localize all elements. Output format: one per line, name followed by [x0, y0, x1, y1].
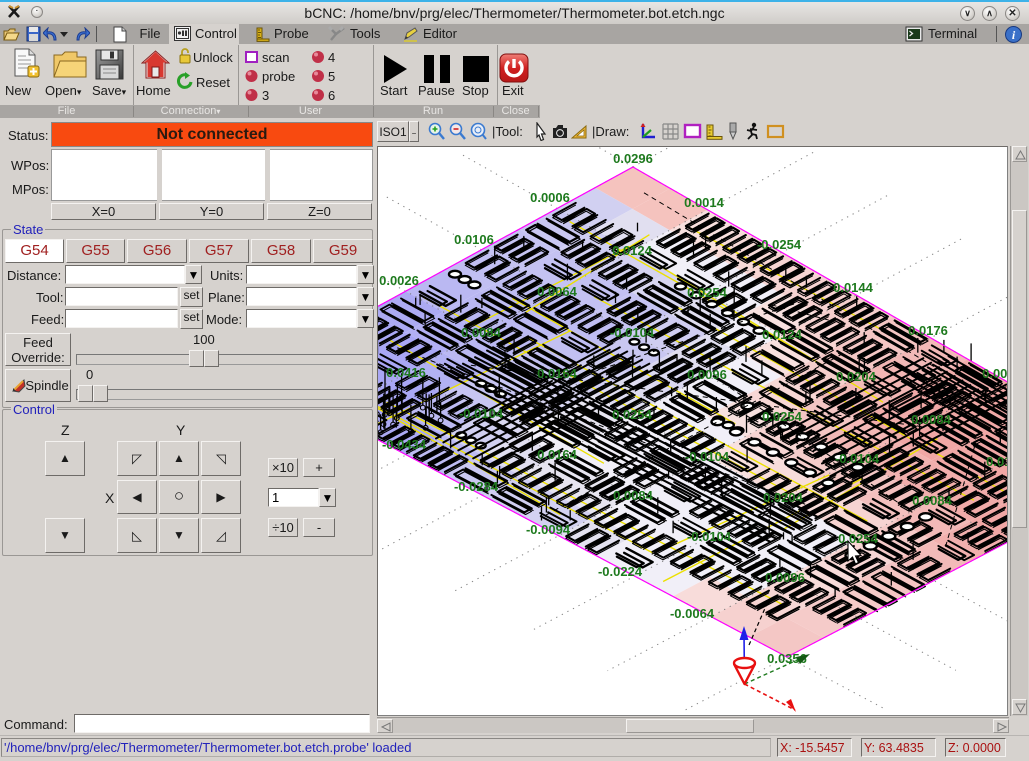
svg-text:-0.0104: -0.0104 — [610, 325, 655, 340]
svg-text:0.0096: 0.0096 — [765, 570, 805, 585]
svg-text:0.0036: 0.0036 — [982, 366, 1008, 381]
svg-text:0.0006: 0.0006 — [530, 190, 570, 205]
svg-text:0.0254: 0.0254 — [687, 285, 728, 300]
svg-text:0.0014: 0.0014 — [684, 195, 725, 210]
svg-text:0.0064: 0.0064 — [537, 284, 578, 299]
svg-text:0.0084: 0.0084 — [613, 488, 654, 503]
svg-text:0.0176: 0.0176 — [908, 323, 948, 338]
svg-text:-0.0104: -0.0104 — [685, 449, 730, 464]
svg-text:0.0164: 0.0164 — [537, 366, 578, 381]
svg-text:0.0124: 0.0124 — [762, 327, 803, 342]
svg-text:0.0124: 0.0124 — [612, 243, 653, 258]
svg-text:0.0296: 0.0296 — [613, 151, 653, 166]
svg-text:0.0096: 0.0096 — [687, 367, 727, 382]
svg-text:-0.0064: -0.0064 — [670, 606, 715, 621]
svg-text:0.0026: 0.0026 — [379, 273, 419, 288]
svg-text:0.0416: 0.0416 — [386, 365, 426, 380]
svg-text:0.0204: 0.0204 — [836, 369, 877, 384]
svg-text:-0.0284: -0.0284 — [454, 479, 499, 494]
svg-text:0.0106: 0.0106 — [454, 232, 494, 247]
svg-text:0.0204: 0.0204 — [763, 490, 804, 505]
svg-text:0.0084: 0.0084 — [912, 493, 953, 508]
svg-text:0.0144: 0.0144 — [833, 280, 874, 295]
svg-text:-0.0224: -0.0224 — [598, 564, 643, 579]
svg-text:0.0164: 0.0164 — [537, 447, 578, 462]
svg-text:-0.0094: -0.0094 — [526, 522, 571, 537]
svg-text:-0.0104: -0.0104 — [687, 529, 732, 544]
svg-text:-0.0434: -0.0434 — [382, 437, 427, 452]
svg-text:0.0254: 0.0254 — [762, 409, 803, 424]
svg-text:0.0254: 0.0254 — [612, 407, 653, 422]
svg-text:0.0254: 0.0254 — [838, 531, 879, 546]
svg-text:-0.0104: -0.0104 — [835, 451, 880, 466]
svg-text:0.0084: 0.0084 — [461, 325, 502, 340]
svg-text:0.0164: 0.0164 — [986, 454, 1008, 469]
svg-text:-0.0104: -0.0104 — [459, 406, 504, 421]
svg-text:0.0084: 0.0084 — [911, 412, 952, 427]
svg-text:-0.0254: -0.0254 — [757, 237, 802, 252]
